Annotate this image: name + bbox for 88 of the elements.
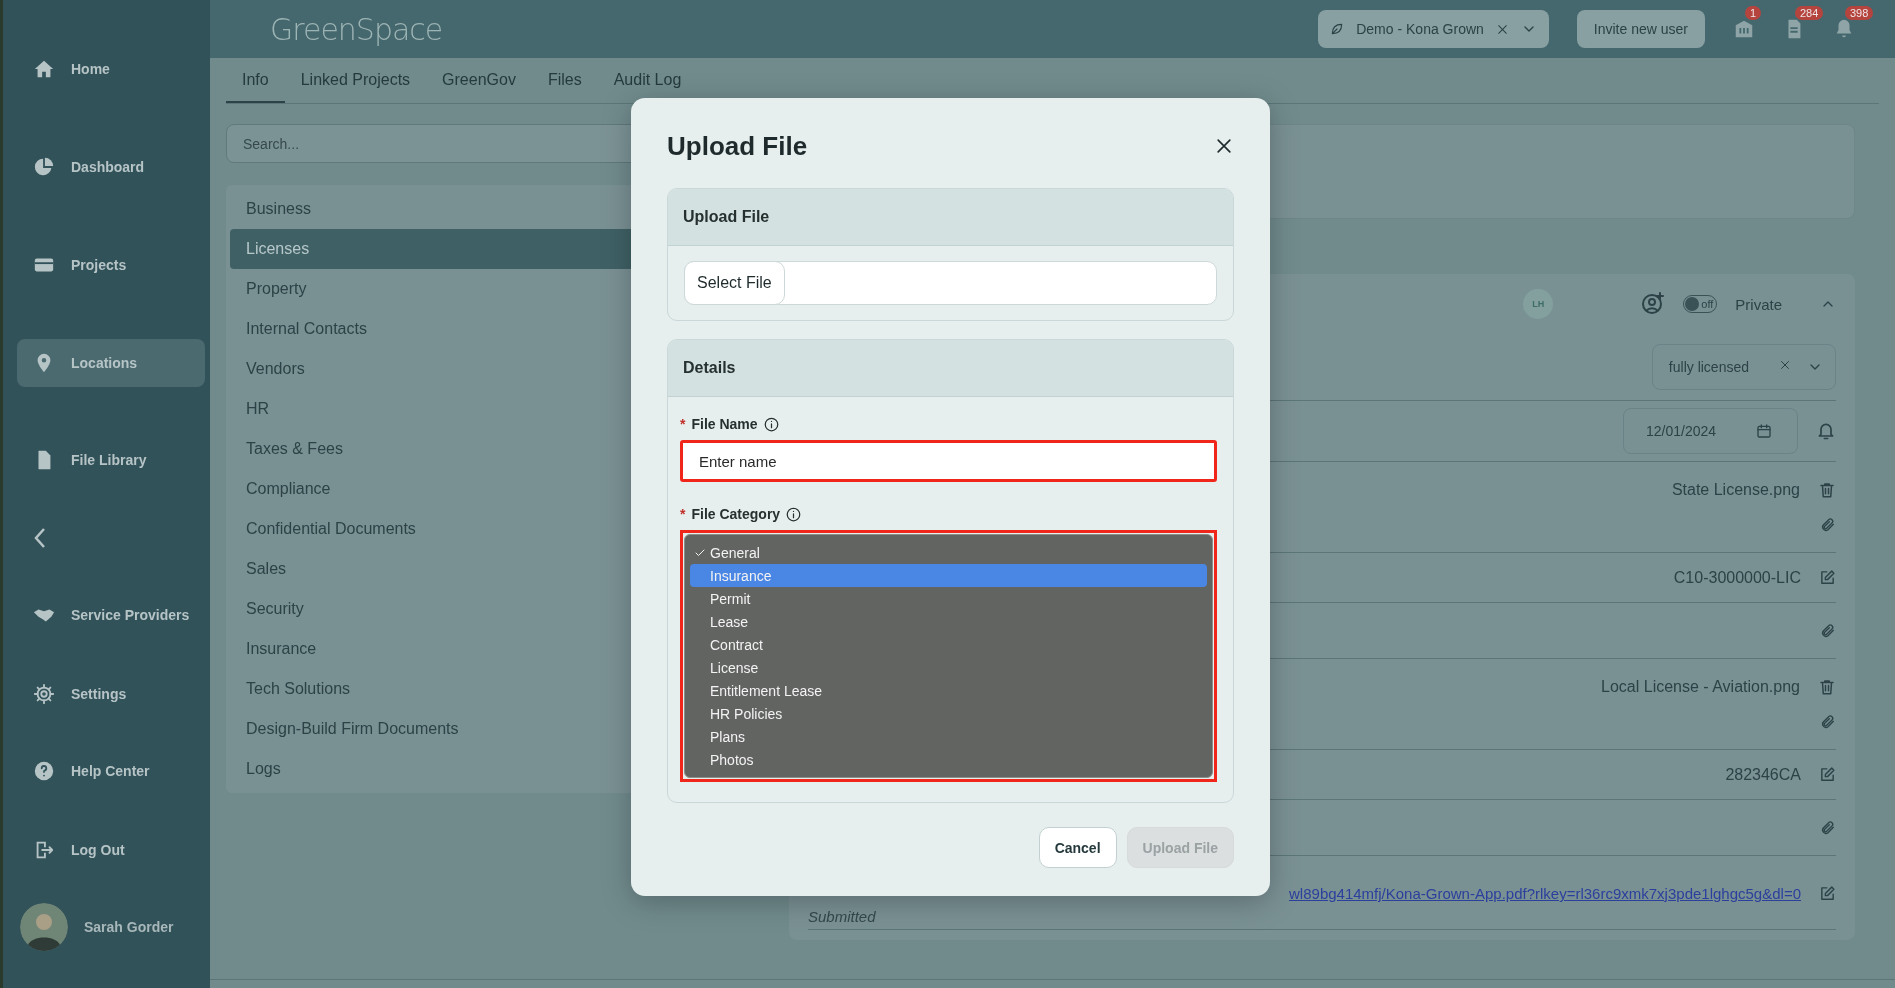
sidebar-label: Home — [71, 61, 110, 77]
sidebar-item[interactable]: Projects — [17, 241, 206, 289]
sidebar-item[interactable]: Dashboard — [17, 143, 206, 191]
tab[interactable]: GreenGov — [426, 71, 532, 103]
file-name: Local License - Aviation.png — [1601, 678, 1800, 696]
file-link[interactable]: wl89bg414mfj/Kona-Grown-App.pdf?rlkey=rl36rc9xmk7xj3pde1lghgc5g&dl=0 — [1289, 885, 1801, 902]
menu-option[interactable]: Lease — [690, 610, 1207, 633]
sidebar-item[interactable]: Home — [17, 45, 206, 93]
close-icon — [1779, 359, 1791, 371]
bell-icon — [1816, 421, 1836, 441]
paperclip-icon — [1820, 517, 1836, 533]
home-icon — [33, 58, 55, 80]
dialog-title: Upload File — [667, 130, 808, 162]
tab[interactable]: Audit Log — [597, 71, 698, 103]
menu-option[interactable]: Plans — [690, 725, 1207, 748]
cancel-button[interactable]: Cancel — [1038, 827, 1117, 868]
invite-user-button[interactable]: Invite new user — [1576, 10, 1705, 48]
required-mark: * — [680, 506, 686, 522]
sidebar-item[interactable]: Service Providers — [17, 591, 206, 639]
date-field[interactable]: 12/01/2024 — [1623, 408, 1798, 454]
sidebar-label: Help Center — [71, 763, 150, 779]
sidebar-label: Settings — [71, 686, 127, 702]
menu-option[interactable]: Contract — [690, 633, 1207, 656]
sidebar-item[interactable]: Log Out — [17, 826, 206, 874]
info-icon — [786, 506, 802, 522]
file-input[interactable]: Select File — [684, 261, 1217, 305]
field-label: File Name — [691, 416, 758, 432]
edit-icon — [1819, 885, 1836, 902]
menu-option[interactable]: Photos — [690, 748, 1207, 771]
logo: GreenSpace — [270, 11, 443, 47]
visibility-label: Private — [1735, 295, 1782, 313]
category-select[interactable]: General Insurance Permit Lease Contract License Entitlement Lease HR Policies Plans Photos — [680, 530, 1217, 782]
sidebar-label: Service Providers — [71, 607, 190, 623]
close-button[interactable] — [1214, 136, 1234, 156]
menu-option[interactable]: Insurance — [690, 564, 1207, 587]
paperclip-icon — [1820, 714, 1836, 730]
sidebar-label: File Library — [71, 452, 147, 468]
calendar-icon — [1756, 423, 1773, 439]
menu-option[interactable]: General — [690, 541, 1207, 564]
organization-select[interactable]: Demo - Kona Grown — [1318, 10, 1549, 48]
file-name-field[interactable]: Enter name — [680, 440, 1217, 482]
menu-option[interactable]: Permit — [690, 587, 1207, 610]
select-file-button[interactable]: Select File — [684, 261, 785, 305]
status-note: Submitted — [808, 908, 876, 925]
gear-icon — [33, 683, 55, 705]
menu-option[interactable]: HR Policies — [690, 702, 1207, 725]
field-value: C10-3000000-LIC — [1673, 568, 1801, 587]
sidebar-item[interactable]: Help Center — [17, 747, 206, 795]
leaf-icon — [1330, 22, 1345, 36]
close-icon — [1214, 136, 1234, 156]
section-header: Upload File — [668, 189, 1233, 246]
sidebar-label: Log Out — [71, 842, 125, 858]
sidebar-item[interactable]: Locations — [17, 339, 206, 387]
notification-count: 284 — [1795, 6, 1824, 20]
required-mark: * — [680, 416, 686, 432]
notification-count: 398 — [1845, 6, 1874, 20]
trash-icon — [1818, 481, 1836, 499]
menu-option[interactable]: License — [690, 656, 1207, 679]
sidebar-label: Locations — [71, 355, 138, 371]
field-value: 282346CA — [1725, 765, 1801, 784]
edit-icon — [1819, 569, 1836, 586]
info-icon — [763, 416, 779, 432]
status-select[interactable]: fully licensed — [1651, 344, 1836, 390]
chevron-left-icon[interactable] — [33, 527, 47, 549]
tab[interactable]: Info — [226, 71, 285, 103]
user-name: Sarah Gorder — [84, 919, 174, 935]
close-icon — [1495, 22, 1509, 36]
sidebar-item[interactable]: Settings — [17, 670, 206, 718]
paperclip-icon — [1820, 819, 1836, 836]
sidebar-label: Projects — [71, 257, 127, 273]
notification-count: 1 — [1745, 6, 1762, 20]
user-initials: LH — [1523, 289, 1554, 319]
tab[interactable]: Files — [531, 71, 598, 103]
menu-option[interactable]: Entitlement Lease — [690, 679, 1207, 702]
sidebar-item[interactable]: File Library — [17, 436, 206, 484]
field-label: File Category — [691, 506, 781, 522]
trash-icon — [1818, 678, 1836, 696]
sidebar-label: Dashboard — [71, 159, 145, 175]
pie-chart-icon — [33, 156, 55, 178]
add-user-icon — [1641, 292, 1666, 316]
tab[interactable]: Linked Projects — [284, 71, 427, 103]
avatar[interactable] — [20, 903, 68, 951]
file-name: State License.png — [1671, 481, 1800, 499]
paperclip-icon — [1820, 622, 1836, 639]
section-header: Details — [668, 340, 1233, 397]
help-icon — [33, 760, 55, 782]
building-icon — [1733, 18, 1755, 40]
edit-icon — [1819, 766, 1836, 783]
